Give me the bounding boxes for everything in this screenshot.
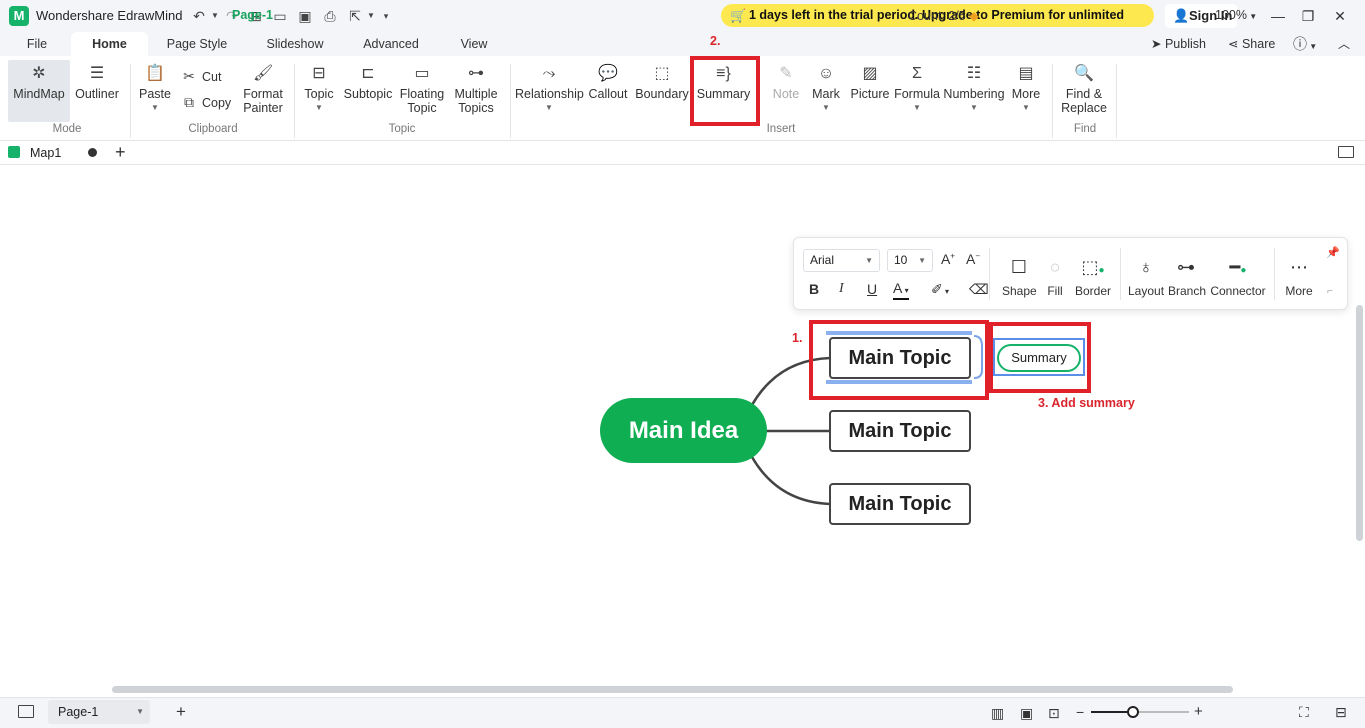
- selection-handle-top[interactable]: [826, 331, 972, 335]
- size-dropdown-icon: ▼: [918, 256, 926, 265]
- zoom-slider-knob[interactable]: [1127, 706, 1139, 718]
- font-dropdown-icon: ▼: [865, 256, 873, 265]
- connector-label: Connector: [1210, 284, 1266, 298]
- font-size-select[interactable]: 10 ▼: [887, 249, 933, 272]
- border-label: Border: [1075, 284, 1112, 298]
- layout-label: Layout: [1128, 284, 1165, 298]
- add-page-icon[interactable]: +: [176, 702, 186, 722]
- square-icon: ☐: [1010, 257, 1028, 277]
- toolbar-separator: [1274, 248, 1275, 300]
- count-indicator: Count: 2/5 ◆: [908, 8, 979, 23]
- zoom-level[interactable]: 100% ▼: [1215, 8, 1257, 22]
- fill-label: Fill: [1047, 284, 1063, 298]
- underline-icon[interactable]: U: [867, 281, 877, 297]
- count-text: Count: 2/5: [908, 9, 966, 23]
- panel-toggle-icon[interactable]: [18, 705, 34, 718]
- page-select-value: Page-1: [58, 705, 99, 719]
- fit-page-icon[interactable]: ▣: [1020, 705, 1033, 722]
- more-options-button[interactable]: ⋯ More: [1282, 256, 1316, 298]
- font-family-value: Arial: [810, 253, 835, 267]
- page-dropdown-icon: ▼: [136, 707, 144, 716]
- main-topic-1[interactable]: Main Topic: [829, 337, 971, 379]
- summary-topic[interactable]: Summary: [997, 344, 1081, 372]
- step-1-label: 1.: [792, 331, 803, 345]
- branch-line-3: [750, 456, 831, 506]
- connector-button[interactable]: ━● Connector: [1209, 256, 1267, 298]
- collapse-toolbar-icon[interactable]: ⌐: [1327, 286, 1333, 297]
- branch-icon: ⊶: [1177, 257, 1195, 277]
- border-button[interactable]: ⬚● Border: [1075, 256, 1111, 298]
- toolbar-separator: [989, 248, 990, 300]
- premium-gem-icon: ◆: [965, 9, 979, 23]
- selection-handle-bottom[interactable]: [826, 380, 972, 384]
- pin-icon[interactable]: 📌: [1326, 246, 1340, 259]
- mindmap-connectors: [750, 335, 983, 506]
- vertical-scrollbar[interactable]: [1356, 305, 1363, 541]
- shape-label: Shape: [1002, 284, 1037, 298]
- page-tab-1[interactable]: Page-1: [232, 8, 273, 22]
- zoom-in-icon[interactable]: +: [1194, 703, 1203, 720]
- layout-icon: ♁: [1139, 257, 1153, 277]
- book-view-icon[interactable]: ▥: [991, 705, 1004, 722]
- fill-button[interactable]: ○ Fill: [1042, 256, 1068, 298]
- page-select[interactable]: Page-1 ▼: [48, 700, 150, 724]
- zoom-out-icon[interactable]: −: [1076, 704, 1084, 720]
- main-topic-3[interactable]: Main Topic: [829, 483, 971, 525]
- font-size-value: 10: [894, 253, 908, 267]
- bold-icon[interactable]: B: [809, 281, 819, 297]
- fullscreen-icon[interactable]: ⛶: [1299, 704, 1309, 721]
- border-icon: ⬚●: [1081, 257, 1105, 277]
- toolbar-separator: [1120, 248, 1121, 300]
- layout-button[interactable]: ♁ Layout: [1128, 256, 1164, 298]
- font-color-icon[interactable]: A ▾: [893, 281, 909, 300]
- font-family-select[interactable]: Arial ▼: [803, 249, 880, 272]
- connector-icon: ━●: [1229, 257, 1247, 277]
- decrease-font-icon[interactable]: A−: [966, 251, 980, 267]
- shape-button[interactable]: ☐ Shape: [1002, 256, 1037, 298]
- zoom-slider-track[interactable]: [1091, 706, 1189, 718]
- fit-width-icon[interactable]: ⊡: [1048, 705, 1060, 722]
- fill-circle-icon: ○: [1049, 257, 1061, 277]
- main-topic-2[interactable]: Main Topic: [829, 410, 971, 452]
- exit-panel-icon[interactable]: ⊟: [1335, 704, 1347, 721]
- italic-icon[interactable]: I: [839, 281, 844, 297]
- increase-font-icon[interactable]: A+: [941, 251, 955, 267]
- floating-format-toolbar: Arial ▼ 10 ▼ A+ A− B I U A ▾ ✐ ▾ ⌫ ☐ Shape…: [793, 237, 1348, 310]
- clear-format-icon[interactable]: ⌫: [969, 281, 989, 298]
- branch-button[interactable]: ⊶ Branch: [1168, 256, 1207, 298]
- branch-label: Branch: [1168, 284, 1207, 298]
- central-topic[interactable]: Main Idea: [600, 398, 767, 463]
- horizontal-scrollbar[interactable]: [112, 686, 1233, 693]
- more-options-label: More: [1285, 284, 1313, 298]
- zoom-level-value: 100%: [1215, 8, 1247, 22]
- ellipsis-icon: ⋯: [1290, 257, 1308, 277]
- highlight-icon[interactable]: ✐ ▾: [931, 281, 949, 298]
- step-3-label: 3. Add summary: [1038, 396, 1135, 410]
